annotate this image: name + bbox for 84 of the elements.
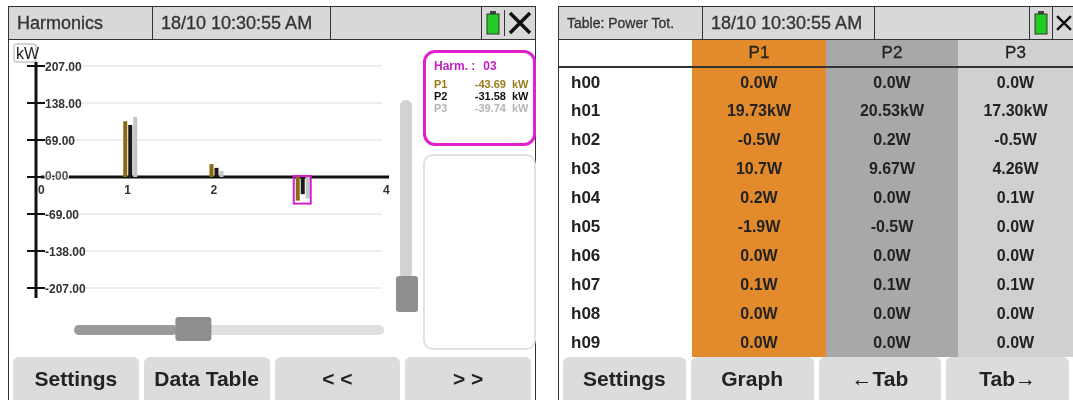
axis-label: 138.00 bbox=[45, 97, 82, 111]
footer-button[interactable]: Settings bbox=[563, 357, 686, 400]
battery-icon bbox=[1034, 11, 1048, 36]
row-label: h09 bbox=[570, 331, 602, 354]
table-cell: 20.53kW bbox=[826, 97, 958, 126]
table-cell: -1.9W bbox=[692, 212, 826, 242]
screen-title: Harmonics bbox=[9, 7, 153, 39]
row-label: h02 bbox=[570, 129, 602, 152]
phase-value: -43.69 bbox=[473, 78, 506, 90]
row-label: h01 bbox=[570, 100, 602, 123]
table-cell: 0.0W bbox=[958, 212, 1073, 242]
harmonic-cursor[interactable] bbox=[292, 175, 312, 205]
footer-button[interactable]: Data Table bbox=[143, 357, 270, 400]
table-cell: 0.0W bbox=[826, 183, 958, 213]
column-header: P3 bbox=[958, 40, 1073, 67]
footer-button[interactable]: Settings bbox=[13, 357, 139, 400]
table-cell: 0.1W bbox=[692, 270, 826, 300]
axis-label: -138.00 bbox=[45, 245, 86, 259]
row-label: h06 bbox=[570, 244, 602, 267]
row-label: h07 bbox=[570, 273, 602, 296]
phase-label: P1 bbox=[434, 78, 449, 90]
table-cell: 19.73kW bbox=[692, 97, 826, 126]
table-cell: 0.1W bbox=[958, 183, 1073, 213]
column-header: P2 bbox=[826, 40, 958, 67]
footer-button[interactable]: < < bbox=[274, 357, 401, 400]
phase-value: -39.74 bbox=[473, 102, 506, 114]
date-time: 18/10 10:30:55 AM bbox=[703, 7, 875, 40]
table-cell: 0.0W bbox=[826, 68, 958, 97]
axis-label: 0 bbox=[38, 183, 45, 197]
axis-label: -207.00 bbox=[45, 282, 86, 296]
column-header: P1 bbox=[692, 40, 826, 67]
table-cell: -0.5W bbox=[826, 212, 958, 242]
axis-label: 1 bbox=[124, 183, 131, 197]
table-cell: 4.26W bbox=[958, 154, 1073, 184]
row-label: h00 bbox=[570, 71, 602, 94]
footer-button[interactable]: ←Tab bbox=[818, 357, 942, 400]
table-cell: 0.0W bbox=[692, 328, 826, 357]
row-label: h04 bbox=[570, 187, 602, 210]
table-cell: -0.5W bbox=[692, 125, 826, 155]
vertical-slider[interactable] bbox=[396, 100, 418, 312]
table-cell: 0.1W bbox=[826, 270, 958, 300]
unit-text: kW bbox=[512, 102, 529, 114]
phase-label: P3 bbox=[434, 102, 449, 114]
table-cell: 0.0W bbox=[692, 241, 826, 271]
row-label: h05 bbox=[570, 216, 602, 238]
footer-button[interactable]: Graph bbox=[690, 357, 814, 400]
table-cell: 17.30kW bbox=[958, 97, 1073, 126]
table-cell: -0.5W bbox=[958, 125, 1073, 155]
table-cell: 0.0W bbox=[826, 328, 958, 357]
axis-label: 2 bbox=[210, 183, 218, 197]
axis-label: 4 bbox=[383, 183, 390, 197]
table-cell: 0.0W bbox=[826, 241, 958, 271]
axis-label: 0.00 bbox=[45, 169, 69, 183]
footer-button[interactable]: Tab→ bbox=[946, 357, 1069, 400]
phase-label: P2 bbox=[434, 90, 449, 102]
info-value: 03 bbox=[483, 59, 497, 73]
battery-icon bbox=[486, 11, 500, 35]
table-cell: 0.0W bbox=[692, 68, 826, 97]
table-cell: 9.67W bbox=[826, 154, 958, 184]
table-cell: 0.0W bbox=[692, 299, 826, 329]
horizontal-slider[interactable] bbox=[74, 317, 384, 341]
table-cell: 10.7W bbox=[692, 154, 826, 184]
table-cell: 0.0W bbox=[958, 328, 1073, 357]
screen-title: Table: Power Tot. bbox=[559, 7, 703, 40]
table-cell: 0.0W bbox=[826, 299, 958, 329]
unit-label: kW bbox=[13, 43, 40, 63]
table-cell: 0.0W bbox=[958, 68, 1073, 97]
table-cell: 0.1W bbox=[958, 270, 1073, 300]
close-icon[interactable] bbox=[504, 10, 533, 36]
phase-value: -31.58 bbox=[473, 90, 506, 102]
unit-text: kW bbox=[512, 78, 529, 90]
table-cell: 0.2W bbox=[826, 125, 958, 155]
info-label: Harm. : bbox=[434, 59, 476, 73]
table-cell: 0.2W bbox=[692, 183, 826, 213]
axis-label: 69.00 bbox=[45, 134, 76, 148]
date-time: 18/10 10:30:55 AM bbox=[153, 7, 331, 39]
row-label: h03 bbox=[570, 158, 602, 181]
axis-label: 207.00 bbox=[45, 60, 82, 74]
footer-button[interactable]: > > bbox=[405, 357, 531, 400]
table-cell: 0.0W bbox=[958, 299, 1073, 329]
unit-text: kW bbox=[512, 90, 529, 102]
row-label: h08 bbox=[570, 302, 602, 325]
axis-label: -69.00 bbox=[45, 208, 80, 222]
table-cell: 0.0W bbox=[958, 241, 1073, 271]
